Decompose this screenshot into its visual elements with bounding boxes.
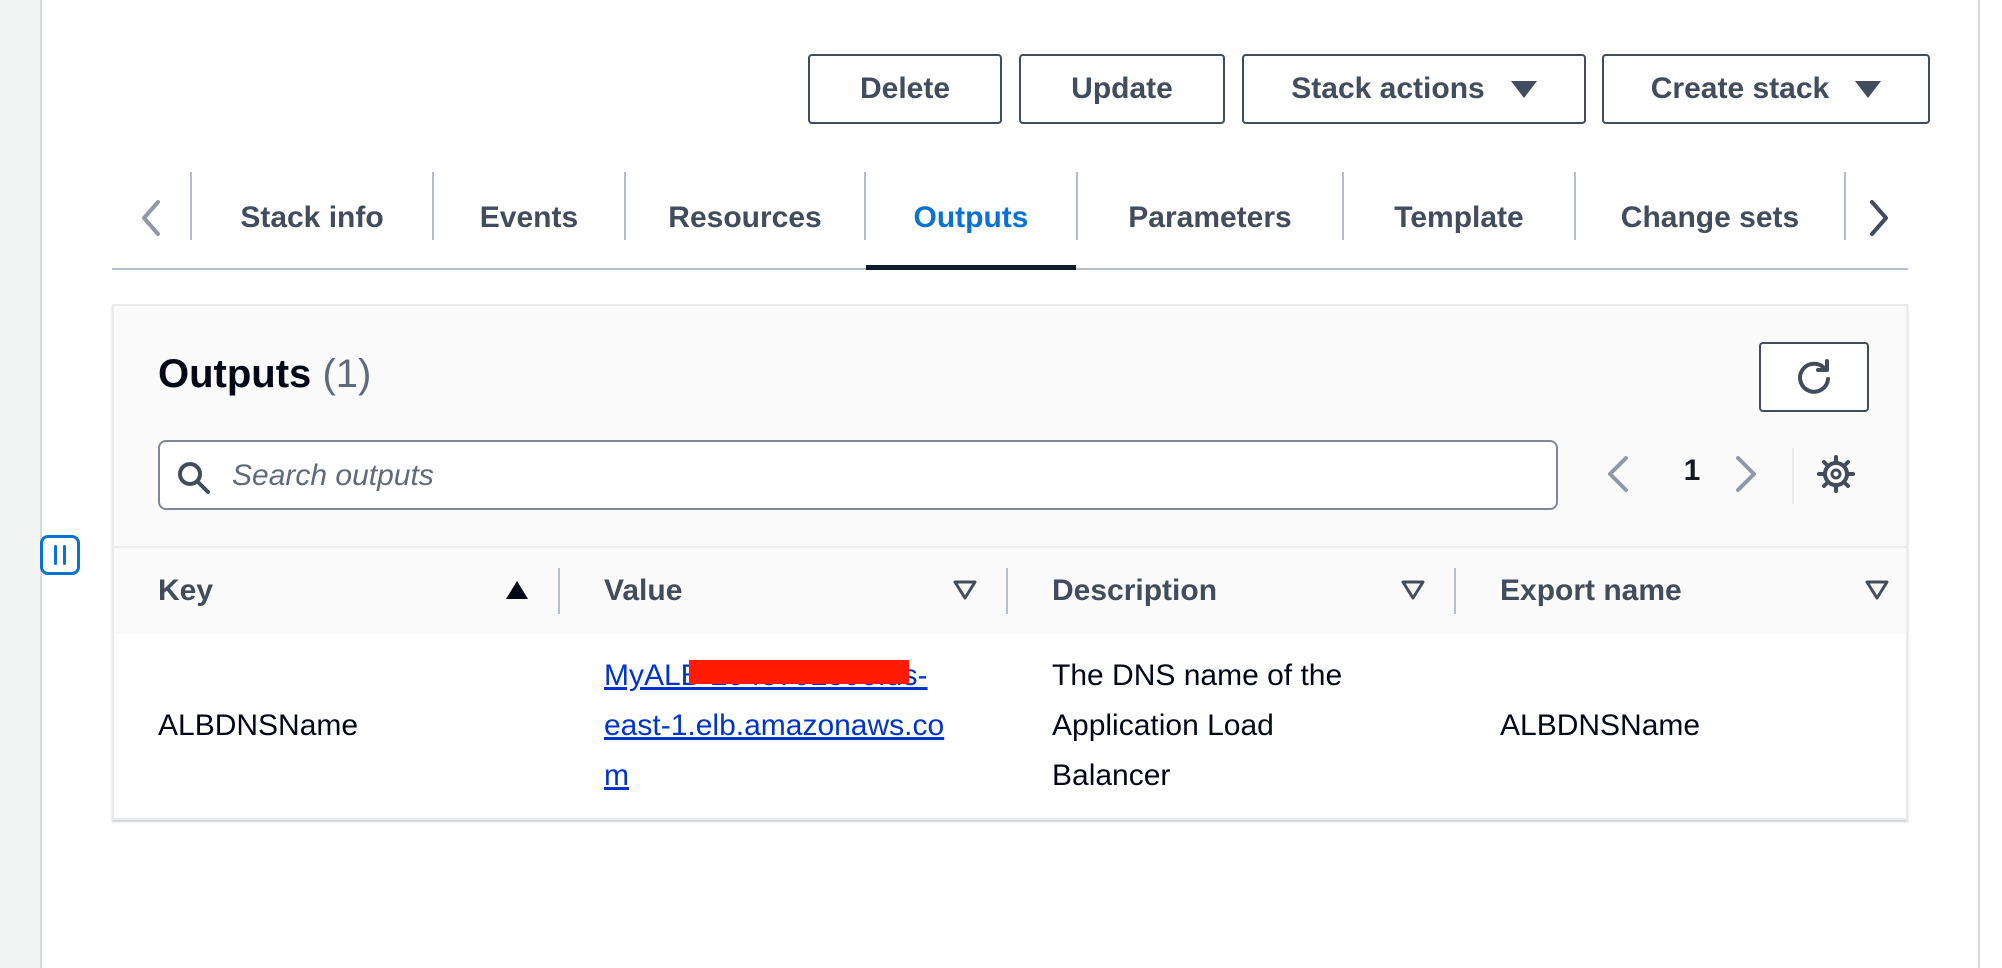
column-label: Value	[604, 574, 683, 607]
caret-down-icon	[1855, 80, 1882, 98]
tab-parameters[interactable]: Parameters	[1078, 168, 1342, 268]
tab-resources[interactable]: Resources	[626, 168, 864, 268]
tab-label: Template	[1394, 201, 1524, 234]
tabs-scroll-left-button[interactable]	[122, 168, 182, 268]
chevron-left-icon	[1608, 456, 1628, 492]
panel-title-text: Outputs	[158, 352, 312, 396]
description-line: Application Load	[1052, 709, 1274, 742]
column-label: Key	[158, 574, 214, 607]
cell-key: ALBDNSName	[158, 709, 359, 742]
column-header-description[interactable]: Description	[1052, 548, 1217, 634]
tab-change-sets[interactable]: Change sets	[1576, 168, 1844, 268]
tab-template[interactable]: Template	[1344, 168, 1574, 268]
tabs-scroll-right-button[interactable]	[1848, 168, 1908, 268]
refresh-icon	[1798, 359, 1830, 394]
tab-stack-info[interactable]: Stack info	[192, 168, 432, 268]
search-outputs-input[interactable]	[230, 450, 1534, 502]
tab-label: Events	[479, 201, 579, 234]
sort-descending-icon[interactable]	[1400, 578, 1426, 602]
description-line: The DNS name of the	[1052, 659, 1343, 692]
table-row: ALBDNSName MyALB-2045792590.us- east-1.e…	[114, 634, 1906, 818]
create-stack-button[interactable]: Create stack	[1602, 54, 1930, 124]
stack-actions-label: Stack actions	[1291, 72, 1485, 105]
stack-tabs: Stack info Events Resources Outputs Para…	[112, 168, 1908, 270]
settings-gear-icon	[1817, 455, 1855, 493]
chevron-right-icon	[1736, 456, 1756, 492]
create-stack-label: Create stack	[1650, 72, 1830, 105]
cell-value: MyALB-2045792590.us- east-1.elb.amazonaw…	[604, 651, 984, 801]
search-outputs-field[interactable]	[158, 440, 1558, 510]
chevron-right-icon	[1870, 200, 1888, 236]
table-header: Key Value Description Export name	[114, 546, 1906, 636]
update-button-label: Update	[1071, 72, 1173, 105]
redaction-mark	[689, 660, 909, 684]
tab-events[interactable]: Events	[434, 168, 624, 268]
value-link[interactable]: m	[604, 759, 629, 792]
tab-divider	[1844, 172, 1846, 240]
chevron-left-icon	[142, 200, 160, 236]
delete-button-label: Delete	[859, 72, 951, 105]
table-preferences-button[interactable]	[1816, 454, 1856, 499]
delete-button[interactable]: Delete	[808, 54, 1002, 124]
tab-label: Outputs	[913, 201, 1029, 234]
update-button[interactable]: Update	[1019, 54, 1225, 124]
cell-export-name: ALBDNSName	[1500, 709, 1701, 742]
pagination-divider	[1792, 448, 1794, 504]
refresh-button[interactable]	[1759, 342, 1869, 412]
sort-descending-icon[interactable]	[952, 578, 978, 602]
stack-actions-button[interactable]: Stack actions	[1242, 54, 1586, 124]
column-resize-handle[interactable]	[1454, 568, 1456, 614]
outputs-container: Outputs (1) 1	[112, 304, 1908, 820]
tab-label: Parameters	[1128, 201, 1292, 234]
tab-label: Stack info	[240, 201, 384, 234]
right-panel-strip	[1978, 0, 2002, 968]
pagination-previous-button[interactable]	[1604, 452, 1632, 501]
left-navigation-strip	[0, 0, 42, 968]
description-line: Balancer	[1052, 759, 1171, 792]
cell-description: The DNS name of the Application Load Bal…	[1052, 651, 1452, 801]
tab-label: Resources	[668, 201, 822, 234]
column-resize-handle[interactable]	[1006, 568, 1008, 614]
pagination-current-page[interactable]: 1	[1674, 454, 1710, 488]
pagination-next-button[interactable]	[1732, 452, 1760, 501]
column-header-key[interactable]: Key	[158, 548, 213, 634]
panel-title: Outputs (1)	[158, 352, 371, 397]
column-resize-handle[interactable]	[558, 568, 560, 614]
value-link[interactable]: east-1.elb.amazonaws.co	[604, 709, 944, 742]
column-label: Export name	[1500, 574, 1682, 607]
tab-label: Change sets	[1620, 201, 1800, 234]
tab-outputs[interactable]: Outputs	[866, 168, 1076, 270]
sort-descending-icon[interactable]	[1864, 578, 1890, 602]
caret-down-icon	[1510, 80, 1537, 98]
search-icon	[178, 462, 210, 494]
drawer-toggle-icon[interactable]	[40, 535, 80, 575]
column-label: Description	[1052, 574, 1218, 607]
sort-ascending-icon[interactable]	[504, 578, 530, 602]
column-header-export-name[interactable]: Export name	[1500, 548, 1682, 634]
column-header-value[interactable]: Value	[604, 548, 682, 634]
outputs-count: (1)	[322, 352, 372, 396]
